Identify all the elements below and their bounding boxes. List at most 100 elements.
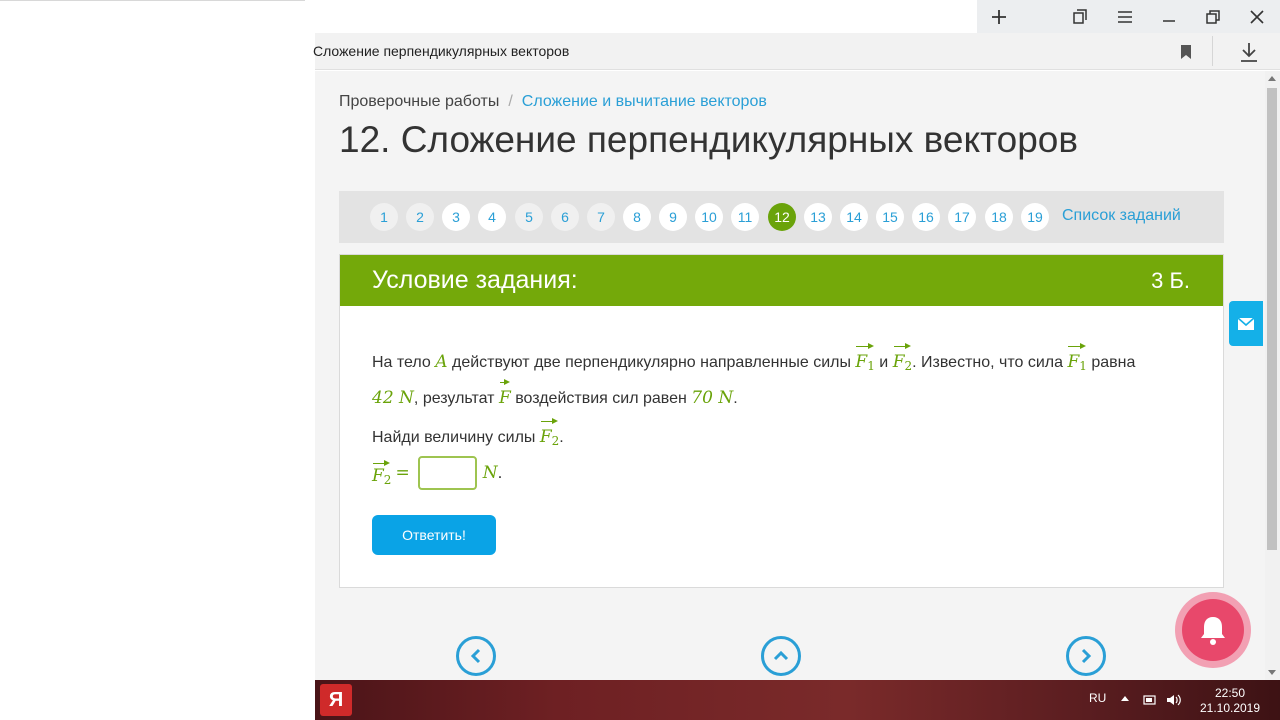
breadcrumb-current[interactable]: Сложение и вычитание векторов bbox=[522, 93, 767, 110]
notifications-button[interactable] bbox=[1175, 592, 1251, 668]
vector-letter: F bbox=[539, 427, 552, 447]
vector-f1: F1 bbox=[1067, 343, 1087, 379]
text-fragment: На тело bbox=[372, 354, 436, 371]
new-tab-icon[interactable] bbox=[977, 0, 1021, 33]
divider bbox=[1212, 36, 1213, 66]
force-value-2: 70 N bbox=[691, 388, 734, 408]
task-list-link[interactable]: Список заданий bbox=[1062, 207, 1181, 225]
page-button[interactable]: 10 bbox=[695, 203, 723, 231]
breadcrumb-separator: / bbox=[508, 93, 513, 110]
download-icon[interactable] bbox=[1237, 40, 1261, 64]
taskbar: Я RU 22:50 21.10.2019 bbox=[315, 680, 1280, 720]
page-button[interactable]: 4 bbox=[478, 203, 506, 231]
vector-subscript: 2 bbox=[904, 359, 913, 373]
task-line: На тело A действуют две перпендикулярно … bbox=[372, 343, 1202, 379]
chevron-left-icon bbox=[470, 648, 481, 664]
language-indicator[interactable]: RU bbox=[1089, 691, 1106, 705]
prev-task-button[interactable] bbox=[456, 636, 496, 676]
page-button[interactable]: 14 bbox=[840, 203, 868, 231]
page-button[interactable]: 19 bbox=[1021, 203, 1049, 231]
divider bbox=[0, 0, 305, 1]
text-fragment: Найди величину силы bbox=[372, 429, 540, 446]
equals-sign: = bbox=[395, 463, 410, 483]
vector-subscript: 1 bbox=[1079, 359, 1087, 373]
scrollbar[interactable] bbox=[1265, 71, 1280, 680]
bookmark-icon[interactable] bbox=[1178, 42, 1194, 62]
answer-input[interactable] bbox=[417, 456, 477, 490]
chevron-up-icon bbox=[773, 650, 789, 661]
text-fragment: . bbox=[733, 390, 738, 407]
feedback-mail-button[interactable] bbox=[1229, 301, 1263, 346]
clock[interactable]: 22:50 21.10.2019 bbox=[1195, 686, 1265, 716]
vector-subscript: 1 bbox=[867, 359, 875, 373]
page-button[interactable]: 15 bbox=[876, 203, 904, 231]
text-fragment: . bbox=[559, 429, 564, 446]
text-fragment: . Известно, что сила bbox=[912, 354, 1068, 371]
task-points: 3 Б. bbox=[1151, 268, 1190, 293]
vector-f2: F2 bbox=[893, 343, 912, 379]
vector-letter: F bbox=[1067, 352, 1080, 372]
text-fragment: равна bbox=[1086, 354, 1136, 371]
vector-f2: F2 bbox=[540, 418, 559, 454]
breadcrumb-root[interactable]: Проверочные работы bbox=[339, 93, 499, 110]
text-fragment: воздействия сил равен bbox=[510, 390, 692, 407]
page-button[interactable]: 11 bbox=[731, 203, 759, 231]
vector-letter: F bbox=[892, 352, 905, 372]
tab-title: Сложение перпендикулярных векторов bbox=[313, 43, 570, 59]
page-button[interactable]: 8 bbox=[623, 203, 651, 231]
page-button[interactable]: 18 bbox=[985, 203, 1013, 231]
page-button[interactable]: 9 bbox=[659, 203, 687, 231]
text-fragment: и bbox=[874, 354, 893, 371]
clock-time: 22:50 bbox=[1214, 686, 1246, 700]
answer-row: F2 = N. bbox=[372, 455, 502, 491]
vector-subscript: 2 bbox=[551, 434, 560, 448]
vector-letter: F bbox=[498, 388, 511, 408]
screen: Сложение перпендикулярных векторов Прове… bbox=[0, 0, 1280, 720]
page-button[interactable]: 7 bbox=[587, 203, 615, 231]
page-button-current[interactable]: 12 bbox=[768, 203, 796, 231]
scroll-top-button[interactable] bbox=[761, 636, 801, 676]
vector-letter: F bbox=[372, 465, 384, 486]
submit-button[interactable]: Ответить! bbox=[372, 515, 496, 555]
mail-icon bbox=[1237, 316, 1255, 330]
battery-icon[interactable] bbox=[1142, 692, 1158, 708]
text-fragment: действуют две перпендикулярно направленн… bbox=[447, 354, 856, 371]
page-button[interactable]: 6 bbox=[551, 203, 579, 231]
page-button[interactable]: 1 bbox=[370, 203, 398, 231]
vector-subscript: 2 bbox=[383, 472, 392, 487]
scroll-up-icon[interactable] bbox=[1268, 76, 1276, 81]
scrollbar-thumb[interactable] bbox=[1267, 88, 1277, 550]
task-header: Условие задания: 3 Б. bbox=[340, 255, 1223, 306]
menu-icon[interactable] bbox=[1103, 0, 1147, 33]
text-fragment: , результат bbox=[413, 390, 499, 407]
page-button[interactable]: 16 bbox=[912, 203, 940, 231]
tray-expand-icon[interactable] bbox=[1121, 696, 1129, 701]
address-bar[interactable]: Сложение перпендикулярных векторов bbox=[313, 33, 1280, 70]
window-controls bbox=[977, 0, 1280, 33]
force-value-1: 42 N bbox=[372, 388, 414, 408]
page-button[interactable]: 17 bbox=[948, 203, 976, 231]
task-question: Найди величину силы F2. bbox=[372, 418, 1202, 454]
page-button[interactable]: 5 bbox=[515, 203, 543, 231]
yandex-start-button[interactable]: Я bbox=[320, 684, 352, 716]
restore-icon[interactable] bbox=[1191, 0, 1235, 33]
page-button[interactable]: 3 bbox=[442, 203, 470, 231]
bell-icon bbox=[1201, 617, 1225, 645]
task-text: На тело A действуют две перпендикулярно … bbox=[372, 343, 1202, 454]
breadcrumb: Проверочные работы / Сложение и вычитание … bbox=[339, 93, 767, 111]
next-task-button[interactable] bbox=[1066, 636, 1106, 676]
blank-left-pane bbox=[0, 0, 315, 683]
minimize-icon[interactable] bbox=[1147, 0, 1191, 33]
close-icon[interactable] bbox=[1235, 0, 1279, 33]
page-button[interactable]: 2 bbox=[406, 203, 434, 231]
vector-f: F bbox=[499, 379, 511, 411]
vector-f1: F1 bbox=[855, 343, 875, 379]
vector-f2: F2 bbox=[372, 459, 392, 487]
browser-titlebar bbox=[315, 0, 1280, 33]
task-header-label: Условие задания: bbox=[372, 266, 578, 294]
body-symbol: A bbox=[435, 352, 448, 372]
pin-icon[interactable] bbox=[1058, 0, 1102, 33]
page-button[interactable]: 13 bbox=[804, 203, 832, 231]
scroll-down-icon[interactable] bbox=[1268, 670, 1276, 675]
volume-icon[interactable] bbox=[1166, 692, 1182, 708]
